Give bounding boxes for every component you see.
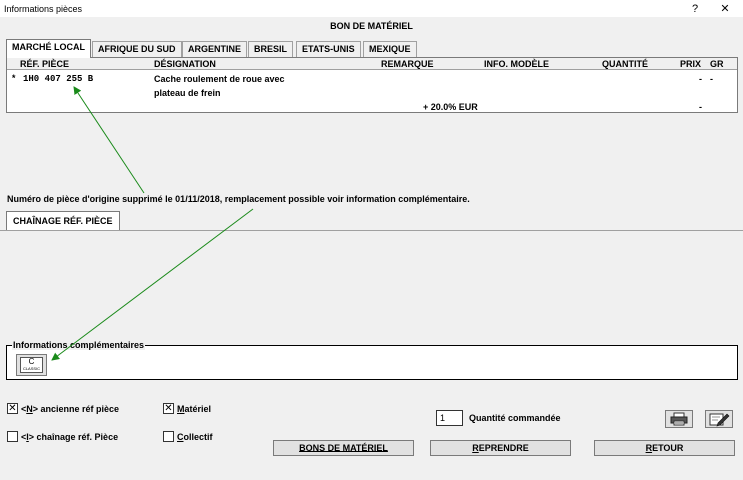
row-marker: * <box>11 74 17 84</box>
reprendre-button[interactable]: REPRENDRE <box>430 440 571 456</box>
materiel-label[interactable]: Matériel <box>177 404 211 414</box>
classic-info-icon: C CLASSIC <box>20 357 43 373</box>
part-designation-line2: plateau de frein <box>154 88 221 98</box>
ancienne-ref-label[interactable]: <N> ancienne réf pièce <box>21 404 119 414</box>
header-quantite: QUANTITÉ <box>602 59 648 69</box>
header-gr: GR <box>710 59 724 69</box>
tab-marche-local[interactable]: MARCHÉ LOCAL <box>6 39 91 58</box>
chainage-panel <box>0 230 743 332</box>
bons-materiel-label: BONS DE MATÉRIEL <box>299 443 388 453</box>
classic-info-button[interactable]: C CLASSIC <box>16 354 47 376</box>
replacement-message: Numéro de pièce d'origine supprimé le 01… <box>7 194 470 204</box>
tab-mexique[interactable]: MEXIQUE <box>363 41 417 57</box>
quantity-label: Quantité commandée <box>469 413 561 423</box>
collectif-label[interactable]: Collectif <box>177 432 213 442</box>
tax-value: - <box>699 102 702 112</box>
part-gr: - <box>710 74 713 84</box>
tab-bresil[interactable]: BRESIL <box>248 41 294 57</box>
window-title: Informations pièces <box>4 4 83 14</box>
collectif-checkbox[interactable] <box>163 431 174 442</box>
additional-info-legend: Informations complémentaires <box>12 340 146 350</box>
tab-chainage-ref-piece[interactable]: CHAÎNAGE RÉF. PIÈCE <box>6 211 120 231</box>
quantity-input[interactable]: 1 <box>436 410 463 426</box>
classic-icon-letter: C <box>28 357 35 366</box>
materiel-checkbox[interactable]: ✕ <box>163 403 174 414</box>
part-designation-line1: Cache roulement de roue avec <box>154 74 285 84</box>
print-icon <box>670 412 688 426</box>
retour-button[interactable]: RETOUR <box>594 440 735 456</box>
bons-materiel-button[interactable]: BONS DE MATÉRIEL <box>273 440 414 456</box>
additional-info-group: Informations complémentaires C CLASSIC <box>6 340 738 380</box>
chainage-ref-label[interactable]: <I> chaînage réf. Pièce <box>21 432 118 442</box>
page-title: BON DE MATÉRIEL <box>330 21 413 31</box>
title-bar: Informations pièces ? ✕ <box>0 0 743 18</box>
part-ref[interactable]: 1H0 407 255 B <box>23 74 93 84</box>
header-remarque: REMARQUE <box>381 59 434 69</box>
tax-note: + 20.0% EUR <box>423 102 478 112</box>
header-designation: DÉSIGNATION <box>154 59 216 69</box>
chainage-ref-checkbox[interactable] <box>7 431 18 442</box>
parts-table: RÉF. PIÈCE DÉSIGNATION REMARQUE INFO. MO… <box>6 57 738 113</box>
classic-icon-word: CLASSIC <box>22 366 41 371</box>
header-prix: PRIX <box>680 59 702 69</box>
window-body: BON DE MATÉRIEL MARCHÉ LOCAL AFRIQUE DU … <box>0 18 743 480</box>
close-icon[interactable]: ✕ <box>710 1 740 17</box>
ancienne-ref-checkbox[interactable]: ✕ <box>7 403 18 414</box>
header-ref: RÉF. PIÈCE <box>20 59 70 69</box>
edit-button[interactable] <box>705 410 733 428</box>
print-button[interactable] <box>665 410 693 428</box>
part-price: - <box>699 74 702 84</box>
header-info-modele: INFO. MODÈLE <box>484 59 549 69</box>
table-header: RÉF. PIÈCE DÉSIGNATION REMARQUE INFO. MO… <box>7 58 737 70</box>
tab-argentine[interactable]: ARGENTINE <box>182 41 248 57</box>
edit-icon <box>709 413 730 427</box>
help-icon[interactable]: ? <box>680 1 710 17</box>
tab-etats-unis[interactable]: ETATS-UNIS <box>296 41 361 57</box>
tab-afrique-du-sud[interactable]: AFRIQUE DU SUD <box>92 41 182 57</box>
